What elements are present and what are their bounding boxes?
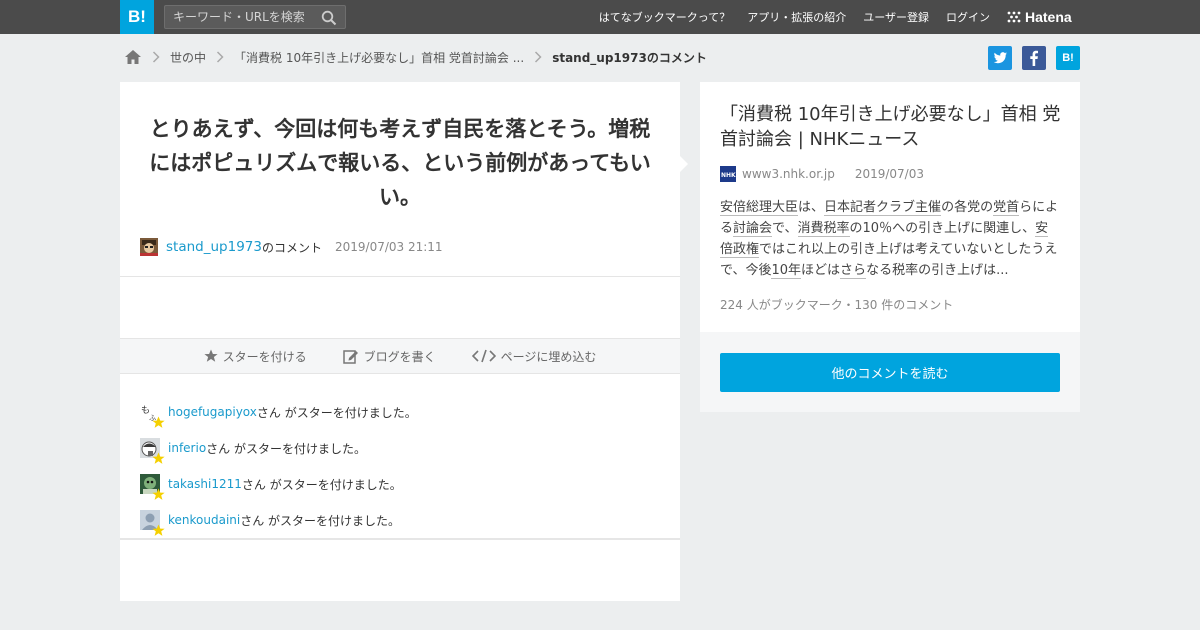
nhk-favicon-icon: NHK: [720, 166, 736, 182]
search-input[interactable]: [165, 6, 315, 28]
excerpt-text: なる税率の引き上げは...: [866, 263, 1009, 278]
twitter-icon: [993, 52, 1007, 64]
entry-card: 「消費税 10年引き上げ必要なし」首相 党首討論会 | NHKニュース NHK …: [700, 82, 1080, 412]
star-icon: [152, 416, 165, 428]
card-pointer: [678, 154, 688, 174]
star-user-avatar[interactable]: [140, 438, 165, 464]
keyword-link[interactable]: 討論会: [733, 221, 773, 237]
hatena-brand-link[interactable]: Hatena: [1007, 0, 1072, 34]
comment-timestamp[interactable]: 2019/07/03 21:11: [335, 240, 443, 254]
search-box: [164, 5, 346, 29]
star-user-link[interactable]: inferio: [168, 441, 206, 455]
excerpt-text: で、: [772, 221, 798, 236]
comment-card: とりあえず、今回は何も考えず自民を落とそう。増税にはポピュリズムで報いる、という…: [120, 82, 688, 601]
keyword-link[interactable]: 党首: [993, 200, 1020, 216]
star-user-link[interactable]: kenkoudaini: [168, 513, 240, 527]
hatena-bookmark-logo[interactable]: B!: [120, 0, 154, 34]
excerpt-text: の各党の: [941, 200, 994, 215]
breadcrumb-entry[interactable]: 「消費税 10年引き上げ必要なし」首相 党首討論会 ...: [234, 49, 524, 66]
nav-about-link[interactable]: はてなブックマークって？: [599, 9, 730, 25]
chevron-right-icon: [152, 51, 160, 63]
comment-author-row: stand_up1973 のコメント 2019/07/03 21:11: [140, 237, 443, 257]
user-avatar[interactable]: [140, 238, 158, 256]
edit-icon: [342, 349, 358, 364]
breadcrumb-current: stand_up1973のコメント: [552, 50, 707, 65]
nav-login-link[interactable]: ログイン: [946, 9, 990, 25]
hatena-mark-icon: [1007, 11, 1021, 23]
entry-date: 2019/07/03: [854, 167, 924, 181]
divider: [120, 538, 680, 540]
write-blog-button[interactable]: ブログを書く: [342, 348, 436, 365]
breadcrumb: 世の中 「消費税 10年引き上げ必要なし」首相 党首討論会 ... stand_…: [124, 47, 707, 67]
star-user-avatar[interactable]: [140, 474, 165, 500]
keyword-link[interactable]: 消費税率: [797, 221, 850, 237]
home-icon[interactable]: [124, 49, 142, 65]
comment-author-link[interactable]: stand_up1973: [166, 239, 262, 255]
star-message: さん がスターを付けました。: [241, 477, 402, 492]
add-star-label: スターを付ける: [222, 349, 307, 364]
star-icon: [152, 524, 165, 536]
star-user-link[interactable]: hogefugapiyox: [168, 405, 257, 419]
top-nav: はてなブックマークって？ アプリ・拡張の紹介 ユーザー登録 ログイン: [582, 0, 990, 34]
svg-text:NHK: NHK: [721, 172, 736, 179]
breadcrumb-category[interactable]: 世の中: [170, 49, 206, 66]
divider: [120, 276, 680, 277]
comment-text: とりあえず、今回は何も考えず自民を落とそう。増税にはポピュリズムで報いる、という…: [149, 117, 651, 209]
search-icon[interactable]: [321, 10, 337, 26]
entry-title-link[interactable]: 「消費税 10年引き上げ必要なし」首相 党首討論会 | NHKニュース: [720, 102, 1065, 152]
write-blog-label: ブログを書く: [363, 349, 436, 364]
star-list-item: takashi1211 さん がスターを付けました。: [140, 466, 660, 502]
star-icon: [203, 349, 218, 362]
hatena-brand-text: Hatena: [1025, 9, 1072, 25]
star-message: さん がスターを付けました。: [206, 441, 366, 456]
star-icon: [152, 488, 165, 500]
keyword-link[interactable]: 日本記者クラブ: [824, 200, 916, 216]
star-message: さん がスターを付けました。: [240, 513, 401, 528]
twitter-share-button[interactable]: [988, 46, 1012, 70]
comment-author-suffix: のコメント: [261, 240, 322, 255]
read-other-comments-button[interactable]: 他のコメントを読む: [720, 353, 1060, 392]
star-list: も ふ hogefugapiyox さん がスターを付けました。 inferio…: [140, 394, 660, 538]
excerpt-text: の10％への引き上げに関連し、: [849, 221, 1036, 236]
share-buttons: B!: [988, 46, 1080, 70]
star-icon: [152, 452, 165, 464]
keyword-link[interactable]: 10年: [771, 263, 802, 279]
nav-apps-link[interactable]: アプリ・拡張の紹介: [747, 9, 846, 25]
action-bar: スターを付ける ブログを書く ページに埋め込む: [120, 338, 680, 374]
star-message: さん がスターを付けました。: [256, 405, 417, 420]
add-star-button[interactable]: スターを付ける: [203, 348, 307, 365]
code-icon: [471, 349, 496, 363]
star-user-link[interactable]: takashi1211: [168, 477, 242, 491]
keyword-link[interactable]: 主催: [915, 200, 942, 216]
embed-page-button[interactable]: ページに埋め込む: [471, 348, 597, 365]
facebook-share-button[interactable]: [1022, 46, 1046, 70]
chevron-right-icon: [216, 51, 224, 63]
entry-excerpt: 安倍総理大臣は、日本記者クラブ主催の各党の党首らによる討論会で、消費税率の10％…: [720, 197, 1060, 281]
facebook-icon: [1030, 50, 1038, 66]
keyword-link[interactable]: 安倍総理大臣: [720, 200, 799, 216]
excerpt-text: ほどは: [801, 263, 841, 278]
entry-stats[interactable]: 224 人がブックマーク・130 件のコメント: [720, 296, 953, 313]
star-list-item: kenkoudaini さん がスターを付けました。: [140, 502, 660, 538]
hatebu-share-button[interactable]: B!: [1056, 46, 1080, 70]
entry-source-row: NHK www3.nhk.or.jp 2019/07/03: [720, 166, 924, 182]
entry-domain-link[interactable]: www3.nhk.or.jp: [742, 167, 835, 181]
top-bar: B! はてなブックマークって？ アプリ・拡張の紹介 ユーザー登録 ログイン Ha…: [0, 0, 1200, 34]
nav-register-link[interactable]: ユーザー登録: [863, 9, 929, 25]
chevron-right-icon: [535, 51, 542, 63]
star-list-item: も ふ hogefugapiyox さん がスターを付けました。: [140, 394, 660, 430]
star-user-avatar[interactable]: [140, 510, 165, 536]
embed-page-label: ページに埋め込む: [500, 349, 597, 364]
excerpt-text: は、: [798, 200, 825, 215]
star-list-item: inferio さん がスターを付けました。: [140, 430, 660, 466]
keyword-link[interactable]: さら: [840, 263, 867, 279]
star-user-avatar[interactable]: も ふ: [140, 402, 165, 428]
entry-summary: 「消費税 10年引き上げ必要なし」首相 党首討論会 | NHKニュース NHK …: [700, 82, 1080, 332]
